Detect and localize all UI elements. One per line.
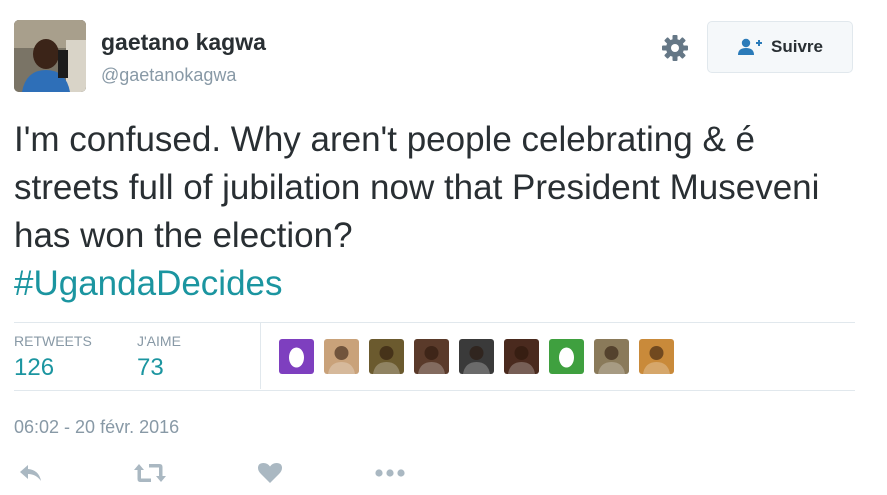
- heart-icon: [258, 463, 282, 483]
- tweet-timestamp[interactable]: 06:02 - 20 févr. 2016: [14, 417, 179, 438]
- liker-avatar[interactable]: [639, 339, 674, 374]
- likers-avatars: [279, 339, 674, 375]
- tweet-text: I'm confused. Why aren't people celebrat…: [14, 116, 864, 308]
- more-dots-icon: [375, 469, 405, 477]
- author-avatar[interactable]: [14, 20, 86, 92]
- avatar-photo: [14, 20, 86, 92]
- add-user-icon: [738, 38, 762, 55]
- liker-avatar[interactable]: [459, 339, 494, 374]
- tweet-body: I'm confused. Why aren't people celebrat…: [14, 120, 820, 255]
- reply-icon: [20, 465, 41, 481]
- follow-button[interactable]: Suivre: [707, 21, 853, 73]
- follow-button-label: Suivre: [771, 37, 823, 56]
- more-button[interactable]: [373, 458, 407, 488]
- author-name[interactable]: gaetano kagwa: [101, 29, 266, 56]
- likes-count[interactable]: 73: [137, 354, 164, 382]
- stats-top-divider: [14, 322, 855, 323]
- gear-icon[interactable]: [660, 33, 690, 63]
- liker-avatar[interactable]: [549, 339, 584, 374]
- retweet-button[interactable]: [133, 458, 167, 488]
- stats-separator: [260, 323, 261, 389]
- author-handle[interactable]: @gaetanokagwa: [101, 65, 236, 86]
- retweets-label[interactable]: RETWEETS: [14, 333, 92, 349]
- retweets-count[interactable]: 126: [14, 354, 54, 382]
- stats-bottom-divider: [14, 390, 855, 391]
- liker-avatar[interactable]: [414, 339, 449, 374]
- liker-avatar[interactable]: [324, 339, 359, 374]
- like-button[interactable]: [253, 458, 287, 488]
- retweet-icon: [134, 464, 166, 482]
- liker-avatar[interactable]: [504, 339, 539, 374]
- liker-avatar[interactable]: [279, 339, 314, 374]
- reply-button[interactable]: [14, 458, 48, 488]
- liker-avatar[interactable]: [369, 339, 404, 374]
- likes-label[interactable]: J'AIME: [137, 333, 181, 349]
- hashtag-link[interactable]: #UgandaDecides: [14, 264, 283, 303]
- liker-avatar[interactable]: [594, 339, 629, 374]
